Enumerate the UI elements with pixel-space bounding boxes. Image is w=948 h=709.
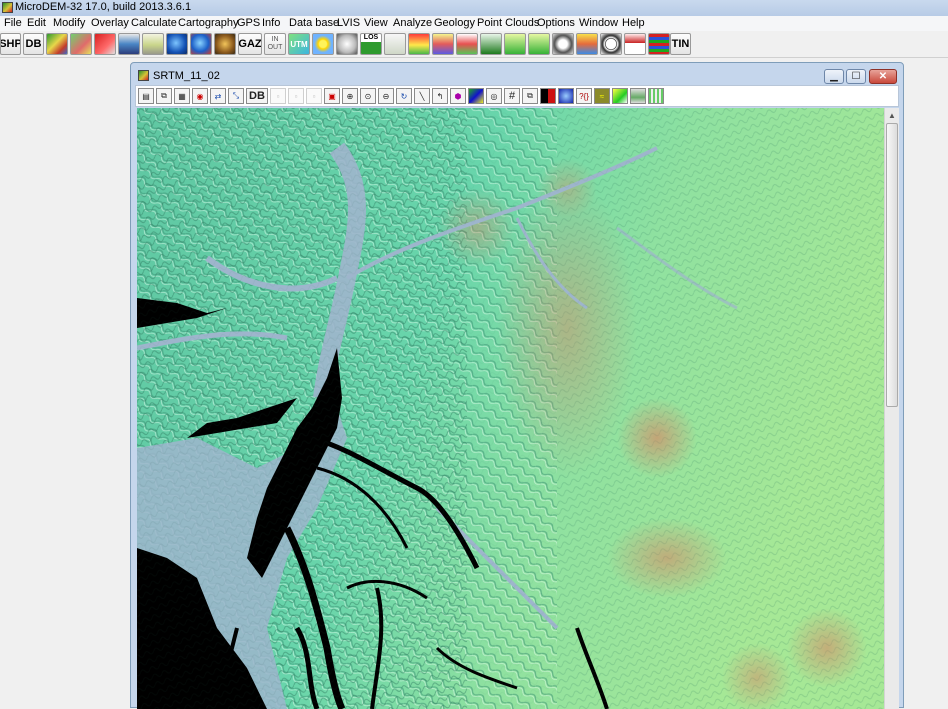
menu-help[interactable]: Help bbox=[622, 17, 645, 29]
menu-bar: File Edit Modify Overlay Calculate Carto… bbox=[0, 16, 948, 32]
dvd-icon[interactable] bbox=[552, 33, 574, 55]
overlay-windows-icon[interactable]: ⧉ bbox=[522, 88, 538, 104]
topo-map-icon[interactable] bbox=[142, 33, 164, 55]
zoom-box-icon: ▫ bbox=[270, 88, 286, 104]
legend-icon[interactable] bbox=[540, 88, 556, 104]
stack-icon[interactable] bbox=[648, 33, 670, 55]
close-icon[interactable]: ✕ bbox=[869, 69, 897, 84]
terrain-icon[interactable] bbox=[624, 33, 646, 55]
map-toolbar: ▤ ⧉ ▦ ◉ ⇄ ⤡ DB ▫ ▫ ▫ ▣ ⊕ ⊙ ⊖ ↻ ╲ ↰ ⬢ ◎ #… bbox=[135, 85, 899, 107]
grid-points-icon[interactable] bbox=[648, 88, 664, 104]
blocks-icon[interactable] bbox=[118, 33, 140, 55]
scatter-icon[interactable] bbox=[612, 88, 628, 104]
horizon-icon[interactable] bbox=[630, 88, 646, 104]
app-title-bar: MicroDEM-32 17.0, build 2013.3.6.1 bbox=[0, 0, 948, 16]
menu-database[interactable]: Data base bbox=[289, 17, 339, 29]
layers-icon[interactable] bbox=[576, 33, 598, 55]
srtm-shaded-relief bbox=[137, 108, 884, 709]
refresh-icon[interactable]: ↻ bbox=[396, 88, 412, 104]
menu-edit[interactable]: Edit bbox=[27, 17, 46, 29]
elevation-icon[interactable]: ≈ bbox=[594, 88, 610, 104]
shp-button[interactable]: SHP bbox=[0, 33, 21, 55]
app-title: MicroDEM-32 17.0, build 2013.3.6.1 bbox=[15, 1, 192, 13]
color-map-icon[interactable] bbox=[468, 88, 484, 104]
menu-window[interactable]: Window bbox=[579, 17, 618, 29]
world-globe-icon[interactable] bbox=[190, 33, 212, 55]
graticule-globe-icon[interactable] bbox=[600, 33, 622, 55]
dice-icon[interactable] bbox=[336, 33, 358, 55]
scroll-up-arrow-icon[interactable]: ▲ bbox=[885, 108, 899, 122]
database-button[interactable]: DB bbox=[246, 88, 268, 104]
menu-modify[interactable]: Modify bbox=[53, 17, 85, 29]
cross-section-icon[interactable] bbox=[432, 33, 454, 55]
redraw-icon[interactable]: ◉ bbox=[192, 88, 208, 104]
map-window-icon bbox=[138, 70, 149, 81]
multigrid-icon[interactable] bbox=[70, 33, 92, 55]
report-icon[interactable] bbox=[384, 33, 406, 55]
zoom-in-icon[interactable]: ⊕ bbox=[342, 88, 358, 104]
map-window[interactable]: SRTM_11_02 ▁ ☐ ✕ ▤ ⧉ ▦ ◉ ⇄ ⤡ DB ▫ ▫ ▫ ▣ … bbox=[130, 62, 904, 709]
map-window-title: SRTM_11_02 bbox=[153, 70, 220, 82]
db-button[interactable]: DB bbox=[23, 33, 44, 55]
globe-icon[interactable] bbox=[166, 33, 188, 55]
menu-options[interactable]: Options bbox=[537, 17, 575, 29]
help-info-icon[interactable]: ?{} bbox=[576, 88, 592, 104]
menu-point-clouds[interactable]: Point Clouds bbox=[477, 17, 539, 29]
zoom-full-icon[interactable]: ⊙ bbox=[360, 88, 376, 104]
distance-icon[interactable]: ╲ bbox=[414, 88, 430, 104]
grid-icon[interactable]: # bbox=[504, 88, 520, 104]
menu-file[interactable]: File bbox=[4, 17, 22, 29]
scroll-thumb[interactable] bbox=[886, 123, 898, 407]
menu-gps[interactable]: GPS bbox=[237, 17, 260, 29]
los-button[interactable]: LOS bbox=[360, 33, 382, 55]
house-icon[interactable] bbox=[480, 33, 502, 55]
map-overlay-icon[interactable]: ⇄ bbox=[210, 88, 226, 104]
fly-1-icon[interactable] bbox=[504, 33, 526, 55]
menu-view[interactable]: View bbox=[364, 17, 388, 29]
image-open-icon[interactable] bbox=[94, 33, 116, 55]
menu-overlay[interactable]: Overlay bbox=[91, 17, 129, 29]
minimize-icon[interactable]: ▁ bbox=[824, 69, 844, 84]
in-out-button[interactable]: IN OUT bbox=[264, 33, 286, 55]
copy-map-icon[interactable]: ⧉ bbox=[156, 88, 172, 104]
globe-small-icon[interactable] bbox=[558, 88, 574, 104]
utm-button[interactable]: UTM bbox=[288, 33, 310, 55]
dem-open-icon[interactable] bbox=[46, 33, 68, 55]
gazetteer-button[interactable]: GAZ bbox=[238, 33, 262, 55]
save-image-icon[interactable]: ▦ bbox=[174, 88, 190, 104]
menu-analyze[interactable]: Analyze bbox=[393, 17, 432, 29]
menu-calculate[interactable]: Calculate bbox=[131, 17, 177, 29]
tin-button[interactable]: TIN bbox=[670, 33, 691, 55]
target-icon[interactable]: ◎ bbox=[486, 88, 502, 104]
lion-icon[interactable] bbox=[214, 33, 236, 55]
graph-icon[interactable]: ⤡ bbox=[228, 88, 244, 104]
menu-lvis[interactable]: LVIS bbox=[337, 17, 360, 29]
main-toolbar: SHP DB GAZ IN OUT UTM LOS TIN bbox=[0, 31, 948, 58]
menu-geology[interactable]: Geology bbox=[434, 17, 475, 29]
maximize-icon[interactable]: ☐ bbox=[846, 69, 866, 84]
menu-cartography[interactable]: Cartography bbox=[178, 17, 239, 29]
azimuth-icon[interactable]: ↰ bbox=[432, 88, 448, 104]
fly-2-icon[interactable] bbox=[528, 33, 550, 55]
profile-icon[interactable] bbox=[456, 33, 478, 55]
zoom-out-icon[interactable]: ⊖ bbox=[378, 88, 394, 104]
zoom-window-icon[interactable]: ▣ bbox=[324, 88, 340, 104]
fly-over-icon[interactable] bbox=[408, 33, 430, 55]
map-vertical-scrollbar[interactable]: ▲ bbox=[884, 108, 899, 709]
map-view[interactable] bbox=[137, 108, 884, 709]
menu-info[interactable]: Info bbox=[262, 17, 280, 29]
pan-icon: ▫ bbox=[306, 88, 322, 104]
sun-icon[interactable] bbox=[312, 33, 334, 55]
subset-icon: ▫ bbox=[288, 88, 304, 104]
microdem-app-icon bbox=[2, 2, 13, 13]
print-icon[interactable]: ▤ bbox=[138, 88, 154, 104]
polygon-icon[interactable]: ⬢ bbox=[450, 88, 466, 104]
